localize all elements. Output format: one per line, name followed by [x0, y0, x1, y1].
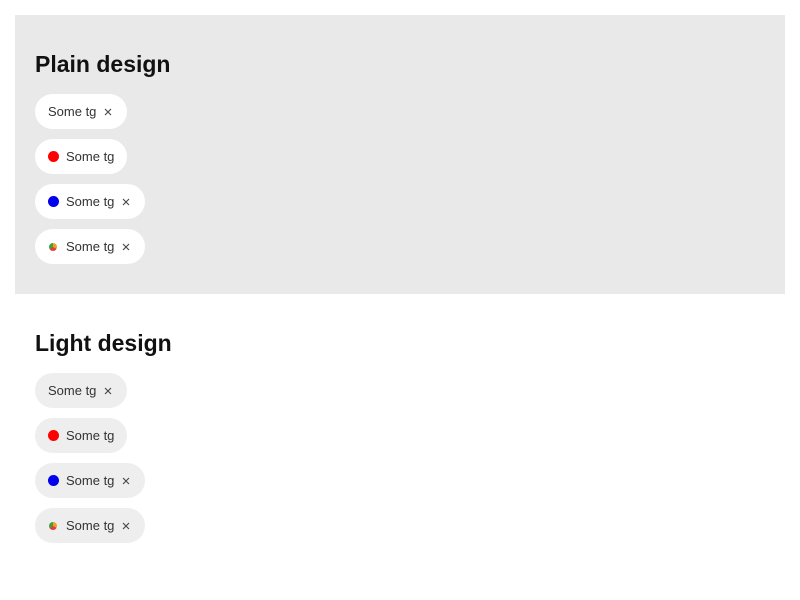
blue-dot-icon — [48, 196, 59, 207]
close-icon[interactable] — [102, 106, 114, 118]
close-icon[interactable] — [120, 475, 132, 487]
close-icon[interactable] — [120, 520, 132, 532]
red-dot-icon — [48, 151, 59, 162]
close-icon[interactable] — [102, 385, 114, 397]
light-design-section: Light design Some tg Some tg Some tg Som… — [15, 294, 785, 573]
tag-chip[interactable]: Some tg — [35, 94, 128, 129]
tag-label: Some tg — [66, 428, 115, 443]
tag-label: Some tg — [66, 194, 115, 209]
tag-list: Some tg Some tg Some tg Some tg — [35, 373, 146, 553]
close-icon[interactable] — [120, 196, 132, 208]
tag-chip[interactable]: Some tg — [35, 184, 146, 219]
tag-chip[interactable]: Some tg — [35, 463, 146, 498]
tag-label: Some tg — [66, 239, 115, 254]
plain-design-section: Plain design Some tg Some tg Some tg Som… — [15, 15, 785, 294]
tag-chip[interactable]: Some tg — [35, 508, 146, 543]
tag-chip[interactable]: Some tg — [35, 373, 128, 408]
tag-list: Some tg Some tg Some tg Some tg — [35, 94, 146, 274]
multicolor-dot-icon — [49, 521, 57, 530]
tag-label: Some tg — [66, 473, 115, 488]
multicolor-dot-icon — [49, 242, 57, 251]
tag-label: Some tg — [48, 104, 97, 119]
tag-chip[interactable]: Some tg — [35, 418, 128, 453]
section-title: Light design — [35, 330, 172, 356]
tag-chip[interactable]: Some tg — [35, 229, 146, 264]
section-title: Plain design — [35, 51, 171, 77]
red-dot-icon — [48, 430, 59, 441]
close-icon[interactable] — [120, 241, 132, 253]
tag-label: Some tg — [66, 149, 115, 164]
tag-chip[interactable]: Some tg — [35, 139, 128, 174]
tag-label: Some tg — [66, 518, 115, 533]
tag-label: Some tg — [48, 383, 97, 398]
blue-dot-icon — [48, 475, 59, 486]
